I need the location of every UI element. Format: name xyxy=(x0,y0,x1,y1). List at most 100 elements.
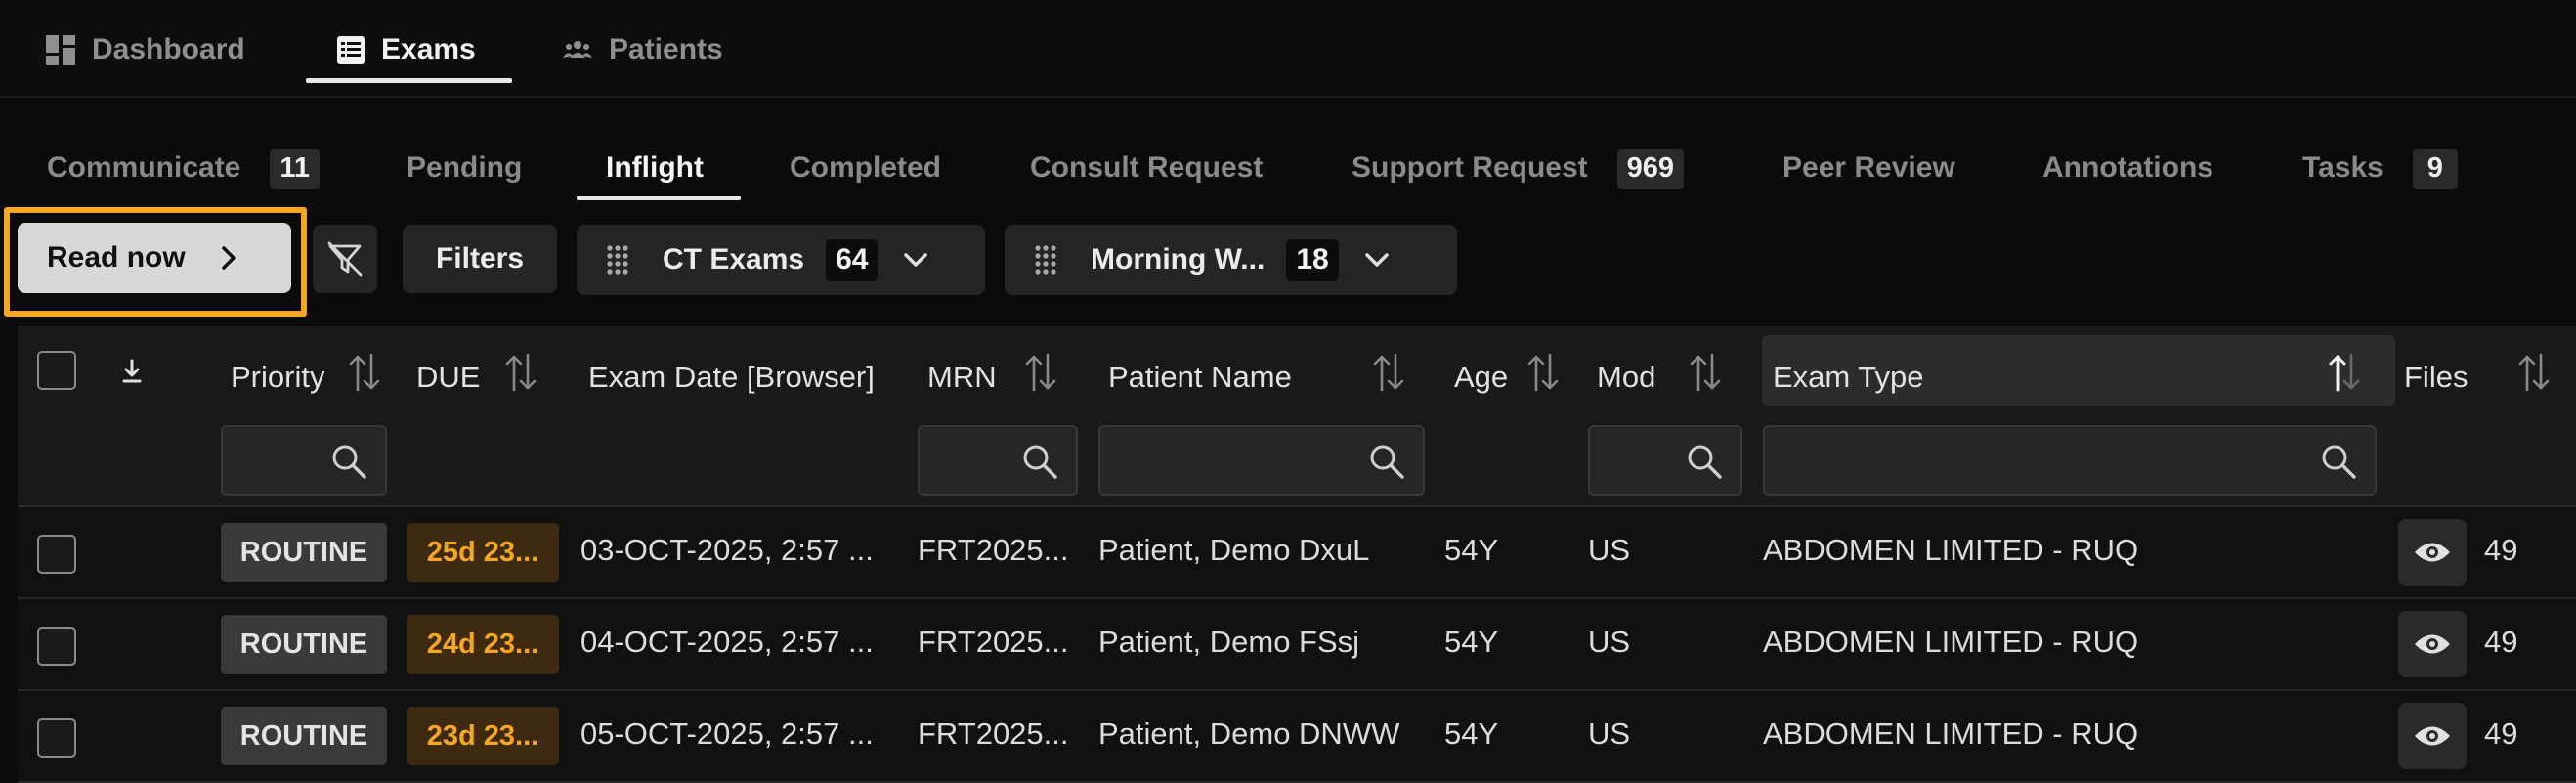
worklist-morning[interactable]: Morning W... 18 xyxy=(1005,225,1457,295)
search-icon xyxy=(1368,443,1405,480)
col-mrn[interactable]: MRN xyxy=(927,353,997,402)
files-cell: 49 xyxy=(2484,533,2518,567)
table-row[interactable]: ROUTINE 25d 23... 03-OCT-2025, 2:57 ... … xyxy=(18,509,2576,599)
top-nav: Dashboard Exams Patients xyxy=(0,0,2576,98)
eye-icon xyxy=(2413,631,2452,657)
col-exam-date[interactable]: Exam Date [Browser] xyxy=(588,353,875,402)
nav-patients-label: Patients xyxy=(609,33,723,65)
mrn-cell: FRT2025... xyxy=(918,625,1069,659)
tab-tasks[interactable]: Tasks 9 xyxy=(2302,145,2458,192)
eye-icon xyxy=(2413,540,2452,565)
search-icon xyxy=(330,443,367,480)
row-checkbox[interactable] xyxy=(37,718,76,758)
select-all-checkbox[interactable] xyxy=(37,351,76,390)
drag-handle-icon[interactable] xyxy=(1034,244,1057,276)
tab-tasks-label: Tasks xyxy=(2302,152,2383,184)
exam-date-cell: 05-OCT-2025, 2:57 ... xyxy=(580,717,874,751)
search-icon xyxy=(1686,443,1723,480)
worklist-ct-exams-label: CT Exams xyxy=(663,243,805,276)
patient-name-cell: Patient, Demo DxuL xyxy=(1098,533,1370,567)
sort-icon[interactable] xyxy=(1372,351,1405,394)
exam-type-cell: ABDOMEN LIMITED - RUQ xyxy=(1763,717,2139,751)
tab-communicate-label: Communicate xyxy=(47,152,241,184)
view-button[interactable] xyxy=(2398,519,2467,586)
search-icon xyxy=(1021,443,1058,480)
worklist-ct-exams-count: 64 xyxy=(826,239,879,281)
read-now-label: Read now xyxy=(47,241,186,274)
col-age[interactable]: Age xyxy=(1454,353,1508,402)
mod-cell: US xyxy=(1588,533,1631,567)
col-due[interactable]: DUE xyxy=(416,353,480,402)
read-now-button[interactable]: Read now xyxy=(18,223,291,293)
tab-peer-review-label: Peer Review xyxy=(1782,152,1955,184)
chevron-down-icon[interactable] xyxy=(1364,252,1390,268)
table-row[interactable]: ROUTINE 24d 23... 04-OCT-2025, 2:57 ... … xyxy=(18,601,2576,691)
patient-name-cell: Patient, Demo FSsj xyxy=(1098,625,1360,659)
col-patient-name[interactable]: Patient Name xyxy=(1108,353,1292,402)
sort-icon[interactable] xyxy=(1526,351,1560,394)
filters-button[interactable]: Filters xyxy=(403,225,557,293)
sort-icon[interactable] xyxy=(348,351,381,394)
col-files[interactable]: Files xyxy=(2404,353,2468,402)
tab-consult-request-label: Consult Request xyxy=(1030,152,1264,184)
dashboard-icon xyxy=(45,34,76,65)
mod-cell: US xyxy=(1588,717,1631,751)
tab-consult-request[interactable]: Consult Request xyxy=(1030,145,1263,192)
drag-handle-icon[interactable] xyxy=(606,244,629,276)
mod-cell: US xyxy=(1588,625,1631,659)
exam-date-cell: 03-OCT-2025, 2:57 ... xyxy=(580,533,874,567)
mrn-search-input[interactable] xyxy=(918,425,1078,496)
sort-icon[interactable] xyxy=(1024,351,1057,394)
col-exam-type[interactable]: Exam Type xyxy=(1773,353,1924,402)
due-badge: 24d 23... xyxy=(407,615,559,674)
table-row[interactable]: ROUTINE 23d 23... 05-OCT-2025, 2:57 ... … xyxy=(18,693,2576,783)
tab-pending[interactable]: Pending xyxy=(407,145,522,192)
view-button[interactable] xyxy=(2398,611,2467,677)
filter-off-icon xyxy=(325,239,365,279)
tab-completed-label: Completed xyxy=(790,152,942,184)
exam-type-search-input[interactable] xyxy=(1763,425,2377,496)
eye-icon xyxy=(2413,723,2452,749)
view-button[interactable] xyxy=(2398,703,2467,769)
sort-asc-icon[interactable] xyxy=(2328,351,2361,394)
sort-icon[interactable] xyxy=(504,351,537,394)
due-badge: 25d 23... xyxy=(407,523,559,582)
col-mod[interactable]: Mod xyxy=(1597,353,1655,402)
tab-peer-review[interactable]: Peer Review xyxy=(1782,145,1955,192)
exam-type-cell: ABDOMEN LIMITED - RUQ xyxy=(1763,625,2139,659)
exam-type-cell: ABDOMEN LIMITED - RUQ xyxy=(1763,533,2139,567)
chevron-down-icon[interactable] xyxy=(903,252,928,268)
mrn-cell: FRT2025... xyxy=(918,533,1069,567)
nav-exams-label: Exams xyxy=(381,33,476,65)
download-icon[interactable] xyxy=(121,359,143,384)
mod-search-input[interactable] xyxy=(1588,425,1742,496)
sort-icon[interactable] xyxy=(2517,351,2551,394)
age-cell: 54Y xyxy=(1444,625,1499,659)
tab-support-request-count: 969 xyxy=(1616,148,1685,189)
exam-date-cell: 04-OCT-2025, 2:57 ... xyxy=(580,625,874,659)
nav-patients[interactable]: Patients xyxy=(562,25,723,74)
tab-communicate[interactable]: Communicate 11 xyxy=(47,145,321,192)
patient-name-search-input[interactable] xyxy=(1098,425,1425,496)
col-priority[interactable]: Priority xyxy=(231,353,324,402)
row-checkbox[interactable] xyxy=(37,535,76,574)
tab-inflight[interactable]: Inflight xyxy=(606,145,704,192)
due-badge: 23d 23... xyxy=(407,707,559,765)
clear-filters-button[interactable] xyxy=(313,225,377,293)
users-icon xyxy=(562,38,593,62)
tab-support-request-label: Support Request xyxy=(1352,152,1588,184)
age-cell: 54Y xyxy=(1444,533,1499,567)
sort-icon[interactable] xyxy=(1689,351,1722,394)
row-checkbox[interactable] xyxy=(37,627,76,666)
tab-support-request[interactable]: Support Request 969 xyxy=(1352,145,1685,192)
mrn-cell: FRT2025... xyxy=(918,717,1069,751)
nav-exams[interactable]: Exams xyxy=(336,25,476,74)
tab-annotations[interactable]: Annotations xyxy=(2042,145,2213,192)
tab-completed[interactable]: Completed xyxy=(790,145,941,192)
tab-tasks-count: 9 xyxy=(2412,148,2458,189)
tab-active-underline xyxy=(577,196,741,200)
worklist-ct-exams[interactable]: CT Exams 64 xyxy=(577,225,985,295)
priority-search-input[interactable] xyxy=(221,425,387,496)
files-cell: 49 xyxy=(2484,717,2518,751)
nav-dashboard[interactable]: Dashboard xyxy=(45,25,245,74)
